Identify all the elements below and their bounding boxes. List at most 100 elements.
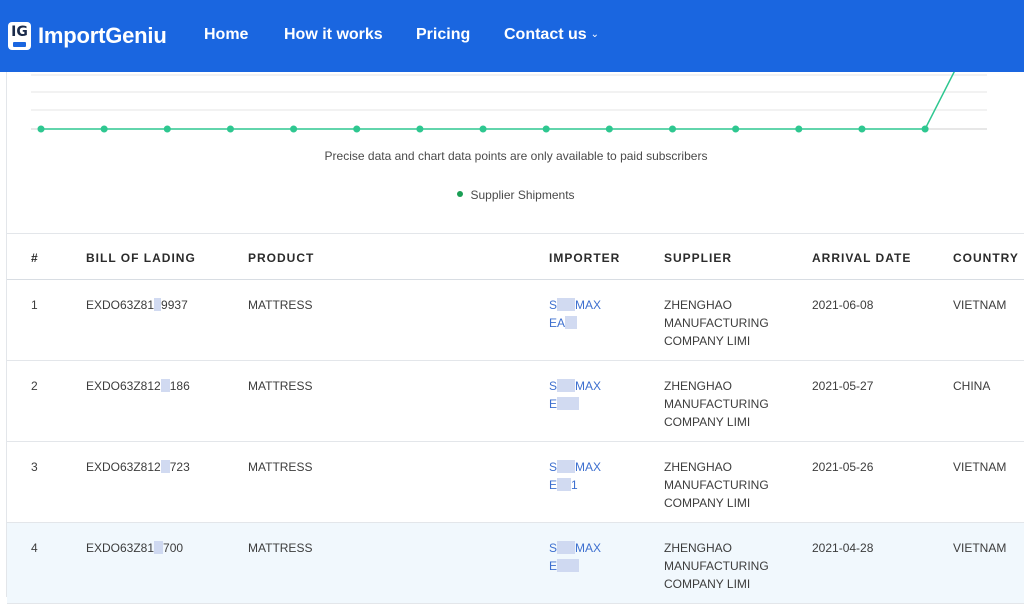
importer-part: E xyxy=(549,559,558,573)
data-point[interactable] xyxy=(605,125,613,133)
supplier-line: ZHENGHAO xyxy=(664,379,733,393)
supplier-line: MANUFACTURING xyxy=(664,316,769,330)
supplier-line: MANUFACTURING xyxy=(664,397,769,411)
supplier-line: COMPANY LIMI xyxy=(664,415,751,429)
product: MATTRESS xyxy=(248,460,313,474)
data-point[interactable] xyxy=(479,125,487,133)
legend-label: Supplier Shipments xyxy=(470,188,575,202)
data-point[interactable] xyxy=(921,125,929,133)
header-arrival-date[interactable]: ARRIVAL DATE xyxy=(812,251,911,265)
bol-suffix: 723 xyxy=(169,460,190,474)
importer-part: MAX xyxy=(575,460,602,474)
nav-pricing[interactable]: Pricing xyxy=(416,26,470,44)
data-point[interactable] xyxy=(353,125,361,133)
redaction-mask xyxy=(557,397,580,410)
legend-dot-icon xyxy=(457,191,464,197)
series-line xyxy=(41,72,955,130)
importer-link[interactable]: S MAX EA xyxy=(549,296,601,332)
header-product[interactable]: PRODUCT xyxy=(248,251,314,265)
product: MATTRESS xyxy=(248,298,313,312)
country: VIETNAM xyxy=(953,298,1007,312)
importer-part: E xyxy=(549,478,558,492)
bol-prefix: EXDO63Z812 xyxy=(86,460,161,474)
table-row: 3 EXDO63Z812 723 MATTRESS S MAX E 1 ZHENGHAO… xyxy=(7,442,1024,523)
data-point[interactable] xyxy=(669,125,676,133)
bol-prefix: EXDO63Z812 xyxy=(86,379,161,393)
redaction-mask xyxy=(557,541,576,554)
data-point[interactable] xyxy=(226,125,234,133)
chart-grid xyxy=(31,74,987,130)
table-header: # BILL OF LADING PRODUCT IMPORTER SUPPLI… xyxy=(7,233,1024,280)
supplier-line: ZHENGHAO xyxy=(664,541,733,555)
importer-part: MAX xyxy=(575,541,602,555)
header-bill-of-lading[interactable]: BILL OF LADING xyxy=(86,251,196,265)
series-supplier-shipments xyxy=(37,72,955,133)
nav-contact-us[interactable]: Contact us ⌄ xyxy=(504,26,599,44)
country: CHINA xyxy=(953,379,991,393)
chart-paywall-note: Precise data and chart data points are o… xyxy=(324,149,708,163)
importer-link[interactable]: S MAX E 1 xyxy=(549,458,601,494)
redaction-mask xyxy=(160,379,170,392)
supplier: ZHENGHAO MANUFACTURING COMPANY LIMI xyxy=(664,296,769,350)
product: MATTRESS xyxy=(248,541,313,555)
bol-prefix: EXDO63Z81 xyxy=(86,298,155,312)
shipments-panel: Precise data and chart data points are o… xyxy=(6,72,1024,604)
redaction-mask xyxy=(557,379,576,392)
bol-suffix: 700 xyxy=(163,541,184,555)
redaction-mask xyxy=(160,460,170,473)
bill-of-lading: EXDO63Z81 9937 xyxy=(86,296,188,314)
redaction-mask xyxy=(557,559,580,572)
importer-link[interactable]: S MAX E xyxy=(549,377,601,413)
nav-how-it-works[interactable]: How it works xyxy=(284,26,383,44)
importer-part: S xyxy=(549,541,558,555)
bol-suffix: 186 xyxy=(169,379,190,393)
top-navbar: IG ImportGeniu Home How it works Pricing… xyxy=(0,0,1024,72)
country: VIETNAM xyxy=(953,460,1007,474)
nav-home[interactable]: Home xyxy=(204,26,248,44)
redaction-mask xyxy=(557,298,576,311)
data-point[interactable] xyxy=(858,125,866,133)
data-point[interactable] xyxy=(795,125,803,133)
supplier-line: ZHENGHAO xyxy=(664,460,733,474)
shipments-chart xyxy=(31,72,987,133)
importer-part: S xyxy=(549,460,558,474)
data-point[interactable] xyxy=(542,125,550,133)
redaction-mask xyxy=(557,460,576,473)
redaction-mask xyxy=(154,541,164,554)
chart-legend[interactable]: Supplier Shipments xyxy=(7,188,1024,202)
table-row: 1 EXDO63Z81 9937 MATTRESS S MAX EA ZHENGHAO… xyxy=(7,280,1024,361)
supplier-line: COMPANY LIMI xyxy=(664,577,751,591)
data-point[interactable] xyxy=(37,125,45,133)
redaction-mask xyxy=(565,316,578,329)
row-number: 2 xyxy=(31,379,38,393)
brand-logo[interactable]: IG ImportGeniu xyxy=(8,22,167,50)
header-supplier[interactable]: SUPPLIER xyxy=(664,251,732,265)
bol-suffix: 9937 xyxy=(161,298,188,312)
arrival-date: 2021-05-26 xyxy=(812,460,874,474)
arrival-date: 2021-05-27 xyxy=(812,379,874,393)
bill-of-lading: EXDO63Z812 723 xyxy=(86,458,190,476)
supplier: ZHENGHAO MANUFACTURING COMPANY LIMI xyxy=(664,377,769,431)
data-point[interactable] xyxy=(732,125,740,133)
header-number[interactable]: # xyxy=(31,251,39,265)
table-row: 4 EXDO63Z81 700 MATTRESS S MAX E ZHENGHAO MA… xyxy=(7,523,1024,604)
bill-of-lading: EXDO63Z812 186 xyxy=(86,377,190,395)
data-point[interactable] xyxy=(100,125,108,133)
chevron-down-icon: ⌄ xyxy=(590,29,600,40)
logo-badge-icon: IG xyxy=(8,22,31,50)
bol-prefix: EXDO63Z81 xyxy=(86,541,155,555)
row-number: 3 xyxy=(31,460,38,474)
row-number: 4 xyxy=(31,541,38,555)
importer-link[interactable]: S MAX E xyxy=(549,539,601,575)
importer-part: MAX xyxy=(575,379,602,393)
header-country[interactable]: COUNTRY xyxy=(953,251,1019,265)
data-point[interactable] xyxy=(290,125,298,133)
importer-part: S xyxy=(549,298,558,312)
redaction-mask xyxy=(154,298,162,311)
data-point[interactable] xyxy=(416,125,424,133)
data-point[interactable] xyxy=(163,125,171,133)
supplier: ZHENGHAO MANUFACTURING COMPANY LIMI xyxy=(664,539,769,593)
header-importer[interactable]: IMPORTER xyxy=(549,251,620,265)
supplier-line: ZHENGHAO xyxy=(664,298,733,312)
brand-name: ImportGeniu xyxy=(38,23,167,48)
